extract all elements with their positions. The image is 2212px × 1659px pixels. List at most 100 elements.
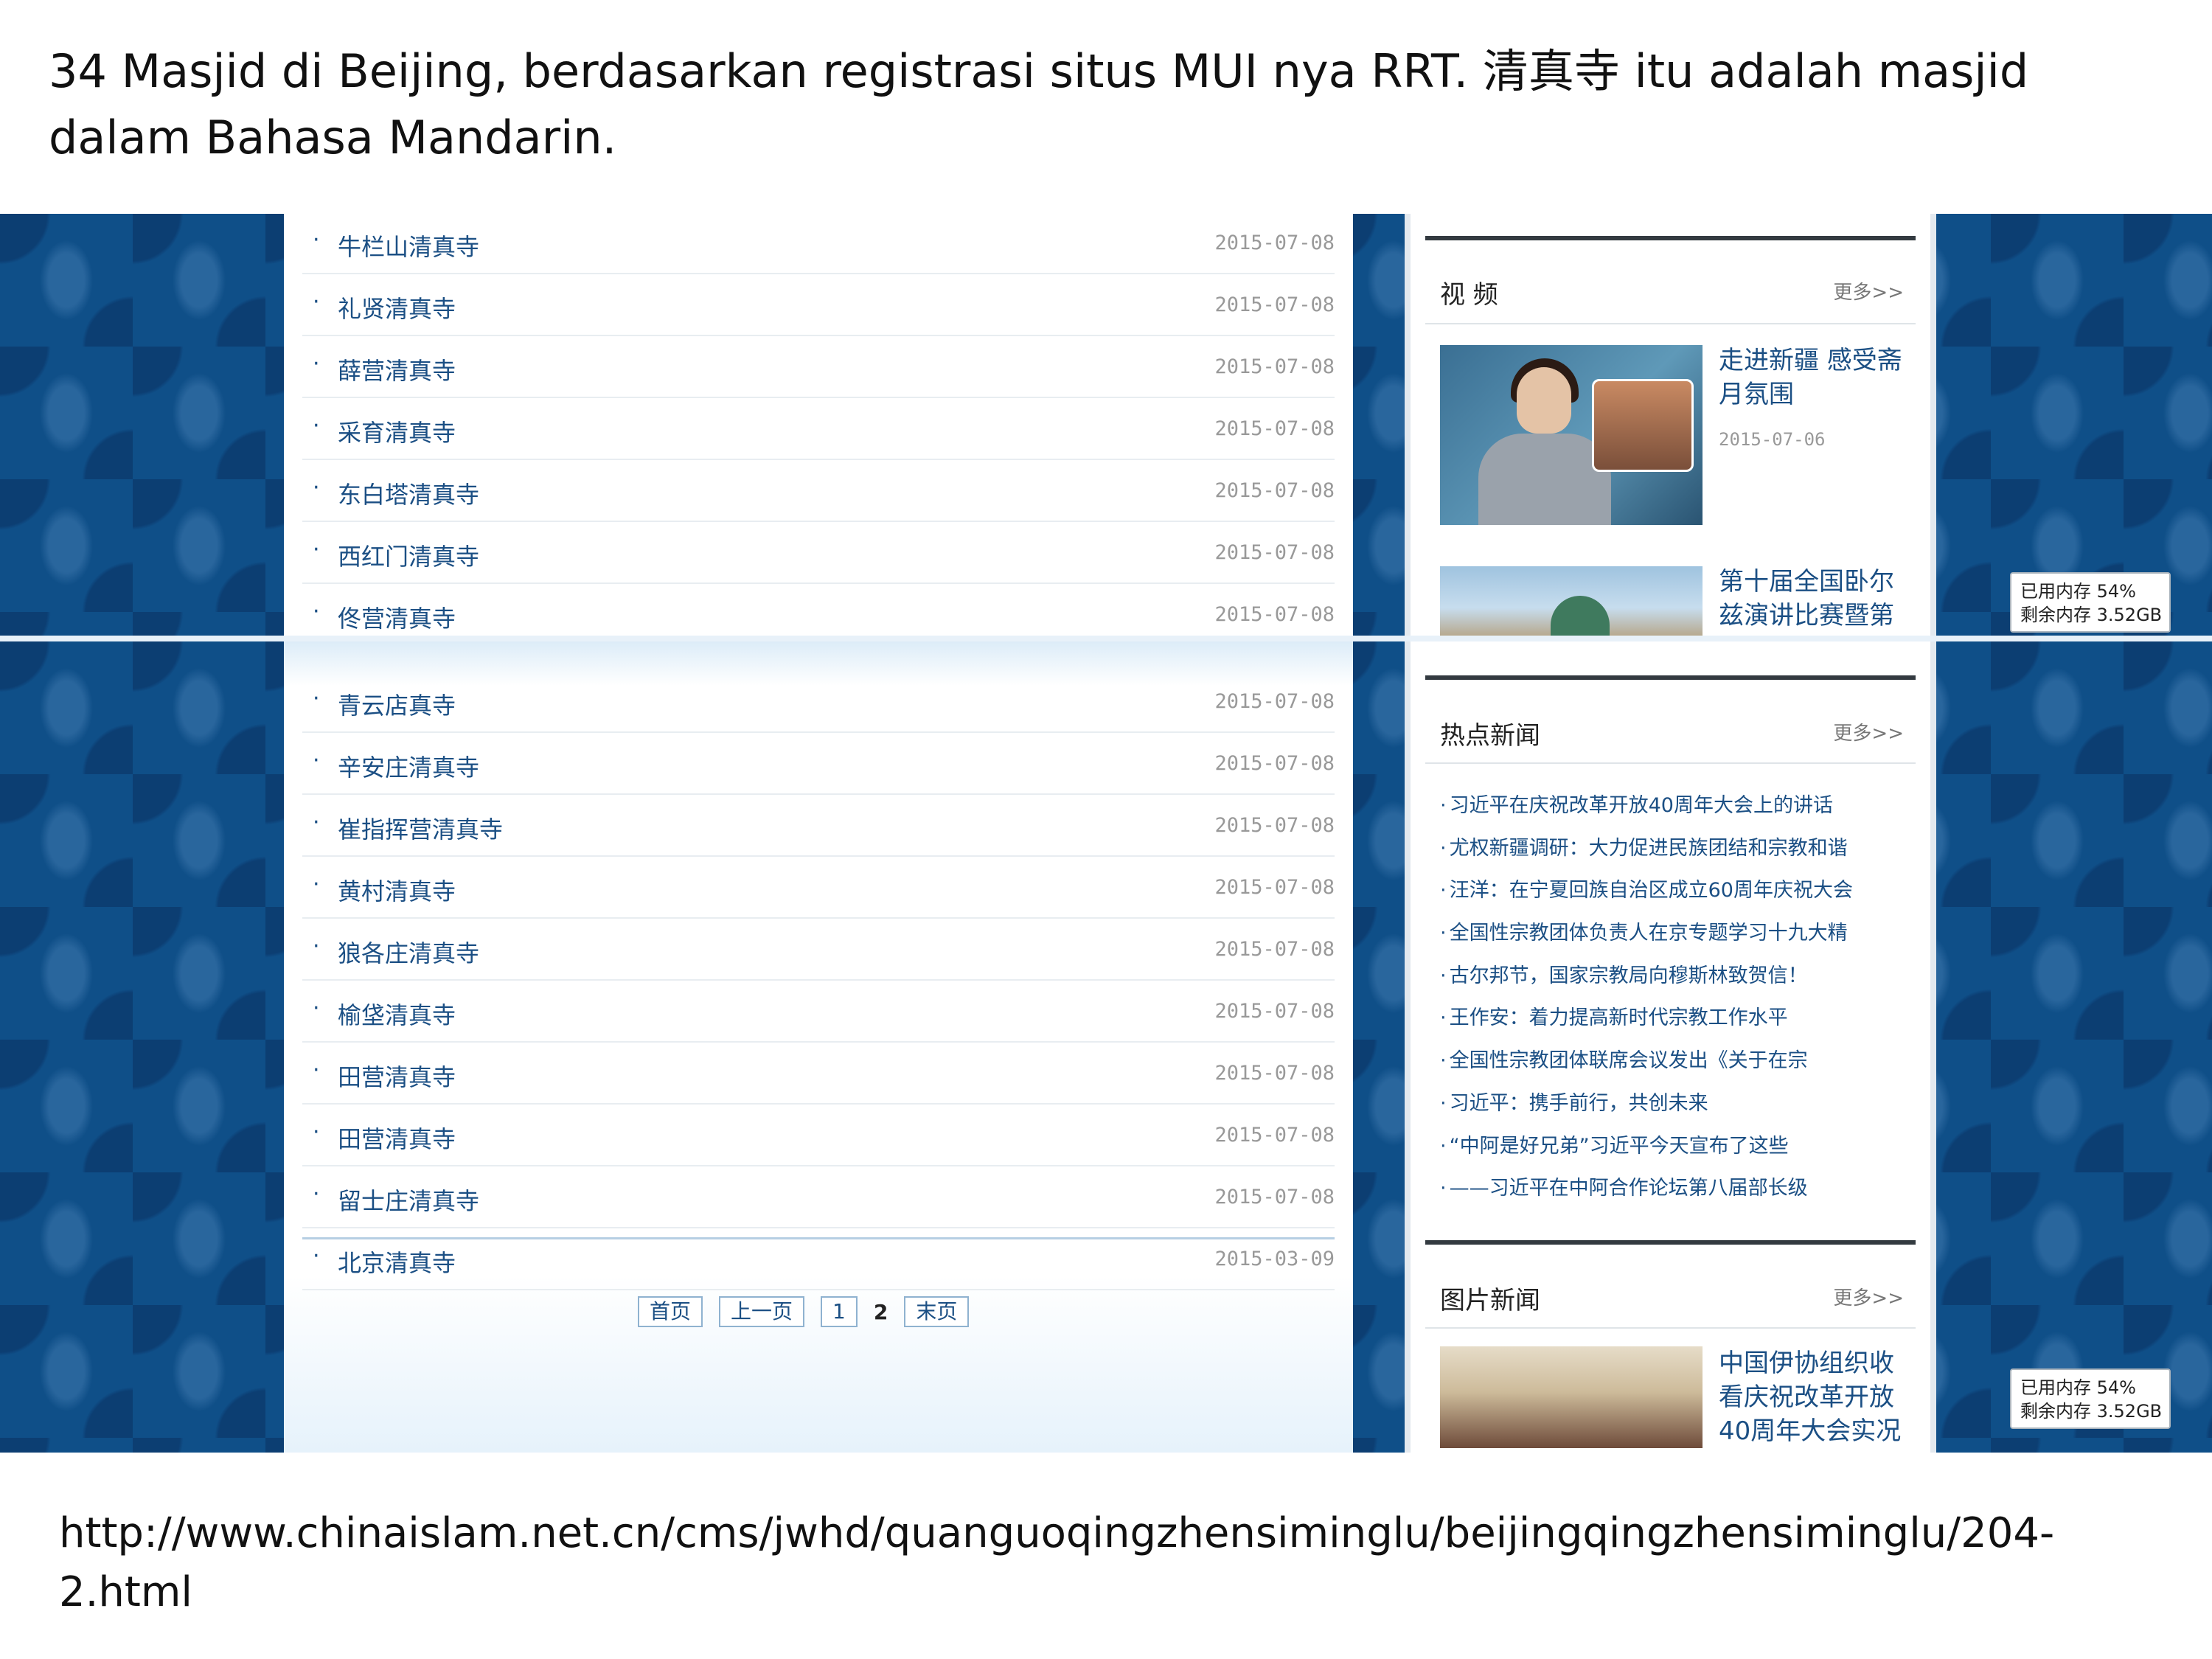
screenshot-top: · 牛栏山清真寺 2015-07-08 · 礼贤清真寺 2015-07-08 · 薛营清真…	[0, 214, 2212, 636]
post-date: 2015-07-08	[1214, 541, 1335, 564]
hot-news-more-link[interactable]: 更多>>	[1833, 718, 1904, 745]
post-date: 2015-07-08	[1214, 355, 1335, 378]
section-divider	[1425, 236, 1916, 240]
news-link[interactable]: 汪洋：在宁夏回族自治区成立60周年庆祝大会	[1440, 874, 1912, 917]
photo-news-thumbnail[interactable]	[1440, 1346, 1703, 1448]
post-date: 2015-07-08	[1214, 1186, 1335, 1208]
bullet-icon: ·	[313, 1243, 320, 1269]
list-item[interactable]: · 东白塔清真寺 2015-07-08	[302, 460, 1335, 522]
list-item[interactable]: · 青云店真寺 2015-07-08	[302, 671, 1335, 733]
bullet-icon: ·	[313, 995, 320, 1021]
last-page-button[interactable]: 末页	[904, 1296, 970, 1327]
post-date: 2015-07-08	[1214, 232, 1335, 254]
list-item[interactable]: · 狼各庄清真寺 2015-07-08	[302, 919, 1335, 981]
mosque-name-link[interactable]: 采育清真寺	[338, 414, 456, 448]
hot-news-list: 习近平在庆祝改革开放40周年大会上的讲话 尤权新疆调研：大力促进民族团结和宗教和…	[1440, 789, 1912, 1214]
section-separator	[1425, 323, 1916, 324]
screenshot-seam	[0, 636, 2212, 641]
bullet-icon: ·	[313, 748, 320, 773]
list-item[interactable]: · 牛栏山清真寺 2015-07-08	[302, 214, 1335, 274]
bullet-icon: ·	[313, 475, 320, 501]
mosque-name-link[interactable]: 礼贤清真寺	[338, 291, 456, 324]
source-url[interactable]: http://www.chinaislam.net.cn/cms/jwhd/qu…	[59, 1504, 2168, 1622]
photo-news-caption-link[interactable]: 中国伊协组织收看庆祝改革开放40周年大会实况	[1719, 1346, 1910, 1448]
mosque-name-link[interactable]: 留士庄清真寺	[338, 1183, 479, 1217]
post-date: 2015-07-08	[1214, 479, 1335, 502]
video-thumbnail[interactable]	[1440, 345, 1703, 525]
post-date: 2015-07-08	[1214, 752, 1335, 775]
section-divider	[1425, 675, 1916, 680]
list-item[interactable]: · 田营清真寺 2015-07-08	[302, 1043, 1335, 1105]
video-panel: 视 频 更多>> 走进新疆 感受斋月氛围 2015-07-06 第十届全国卧尔兹…	[1405, 214, 1936, 636]
bullet-icon: ·	[313, 599, 320, 625]
hot-news-title: 热点新闻	[1440, 721, 1540, 751]
bullet-icon: ·	[313, 686, 320, 712]
news-link[interactable]: ——习近平在中阿合作论坛第八届部长级	[1440, 1172, 1912, 1214]
list-item[interactable]: · 辛安庄清真寺 2015-07-08	[302, 733, 1335, 795]
news-link[interactable]: “中阿是好兄弟”习近平今天宣布了这些	[1440, 1130, 1912, 1172]
mosque-name-link[interactable]: 狼各庄清真寺	[338, 935, 479, 969]
bullet-icon: ·	[313, 872, 320, 897]
news-link[interactable]: 习近平在庆祝改革开放40周年大会上的讲话	[1440, 789, 1912, 832]
anchor-face	[1517, 367, 1571, 434]
list-item[interactable]: · 田营清真寺 2015-07-08	[302, 1105, 1335, 1166]
mosque-list-panel: · 青云店真寺 2015-07-08 · 辛安庄清真寺 2015-07-08 · 崔指挥营…	[284, 641, 1353, 1453]
video-title-link[interactable]: 走进新疆 感受斋月氛围	[1719, 344, 1910, 411]
mosque-name-link[interactable]: 薛营清真寺	[338, 352, 456, 386]
mosque-list: · 青云店真寺 2015-07-08 · 辛安庄清真寺 2015-07-08 · 崔指挥营…	[302, 671, 1335, 1290]
bullet-icon: ·	[313, 227, 320, 253]
bullet-icon: ·	[313, 1181, 320, 1207]
video-thumbnail[interactable]	[1440, 566, 1703, 636]
mosque-list-panel: · 牛栏山清真寺 2015-07-08 · 礼贤清真寺 2015-07-08 · 薛营清真…	[284, 214, 1353, 636]
news-link[interactable]: 古尔邦节，国家宗教局向穆斯林致贺信！	[1440, 959, 1912, 1002]
prev-page-button[interactable]: 上一页	[719, 1296, 805, 1327]
list-item[interactable]: · 礼贤清真寺 2015-07-08	[302, 274, 1335, 336]
mosque-name-link[interactable]: 青云店真寺	[338, 687, 456, 721]
news-link[interactable]: 王作安：着力提高新时代宗教工作水平	[1440, 1001, 1912, 1044]
news-link[interactable]: 习近平：携手前行，共创未来	[1440, 1087, 1912, 1130]
mosque-name-link[interactable]: 北京清真寺	[338, 1245, 456, 1279]
mosque-name-link[interactable]: 崔指挥营清真寺	[338, 811, 503, 845]
section-separator	[1425, 762, 1916, 764]
list-item[interactable]: · 采育清真寺 2015-07-08	[302, 398, 1335, 460]
news-anchor-figure	[1478, 434, 1611, 525]
bullet-icon: ·	[313, 810, 320, 835]
mosque-name-link[interactable]: 东白塔清真寺	[338, 476, 479, 510]
bullet-icon: ·	[313, 537, 320, 563]
news-link[interactable]: 全国性宗教团体负责人在京专题学习十九大精	[1440, 917, 1912, 959]
list-item[interactable]: · 西红门清真寺 2015-07-08	[302, 522, 1335, 584]
mosque-name-link[interactable]: 西红门清真寺	[338, 538, 479, 572]
current-page: 2	[873, 1299, 888, 1324]
list-item[interactable]: · 榆垡清真寺 2015-07-08	[302, 981, 1335, 1043]
mosque-name-link[interactable]: 牛栏山清真寺	[338, 229, 479, 262]
mosque-name-link[interactable]: 榆垡清真寺	[338, 997, 456, 1031]
mosque-name-link[interactable]: 佟营清真寺	[338, 600, 456, 634]
photo-news-more-link[interactable]: 更多>>	[1833, 1283, 1904, 1310]
mosque-name-link[interactable]: 田营清真寺	[338, 1059, 456, 1093]
memory-free: 剩余内存 3.52GB	[2020, 1401, 2163, 1422]
sidebar-news-panel: 热点新闻 更多>> 习近平在庆祝改革开放40周年大会上的讲话 尤权新疆调研：大力…	[1405, 641, 1936, 1453]
list-item[interactable]: · 留士庄清真寺 2015-07-08	[302, 1166, 1335, 1228]
news-link[interactable]: 全国性宗教团体联席会议发出《关于在宗	[1440, 1044, 1912, 1087]
post-date: 2015-07-08	[1214, 876, 1335, 899]
bullet-icon: ·	[313, 289, 320, 315]
post-date: 2015-07-08	[1214, 603, 1335, 626]
post-date: 2015-03-09	[1214, 1248, 1335, 1270]
first-page-button[interactable]: 首页	[638, 1296, 703, 1327]
post-date: 2015-07-08	[1214, 1124, 1335, 1147]
video-section-title: 视 频	[1440, 280, 1498, 310]
post-date: 2015-07-08	[1214, 293, 1335, 316]
video-more-link[interactable]: 更多>>	[1833, 277, 1904, 305]
mosque-name-link[interactable]: 辛安庄清真寺	[338, 749, 479, 783]
mosque-name-link[interactable]: 田营清真寺	[338, 1121, 456, 1155]
list-item[interactable]: · 黄村清真寺 2015-07-08	[302, 857, 1335, 919]
news-link[interactable]: 尤权新疆调研：大力促进民族团结和宗教和谐	[1440, 832, 1912, 874]
video-title-link[interactable]: 第十届全国卧尔兹演讲比赛暨第十一	[1719, 565, 1910, 636]
page-1-button[interactable]: 1	[821, 1296, 858, 1327]
post-date: 2015-07-08	[1214, 938, 1335, 961]
mosque-name-link[interactable]: 黄村清真寺	[338, 873, 456, 907]
list-item[interactable]: · 崔指挥营清真寺 2015-07-08	[302, 795, 1335, 857]
video-date: 2015-07-06	[1719, 429, 1826, 450]
list-item[interactable]: · 佟营清真寺 2015-07-08	[302, 584, 1335, 636]
list-item[interactable]: · 薛营清真寺 2015-07-08	[302, 336, 1335, 398]
